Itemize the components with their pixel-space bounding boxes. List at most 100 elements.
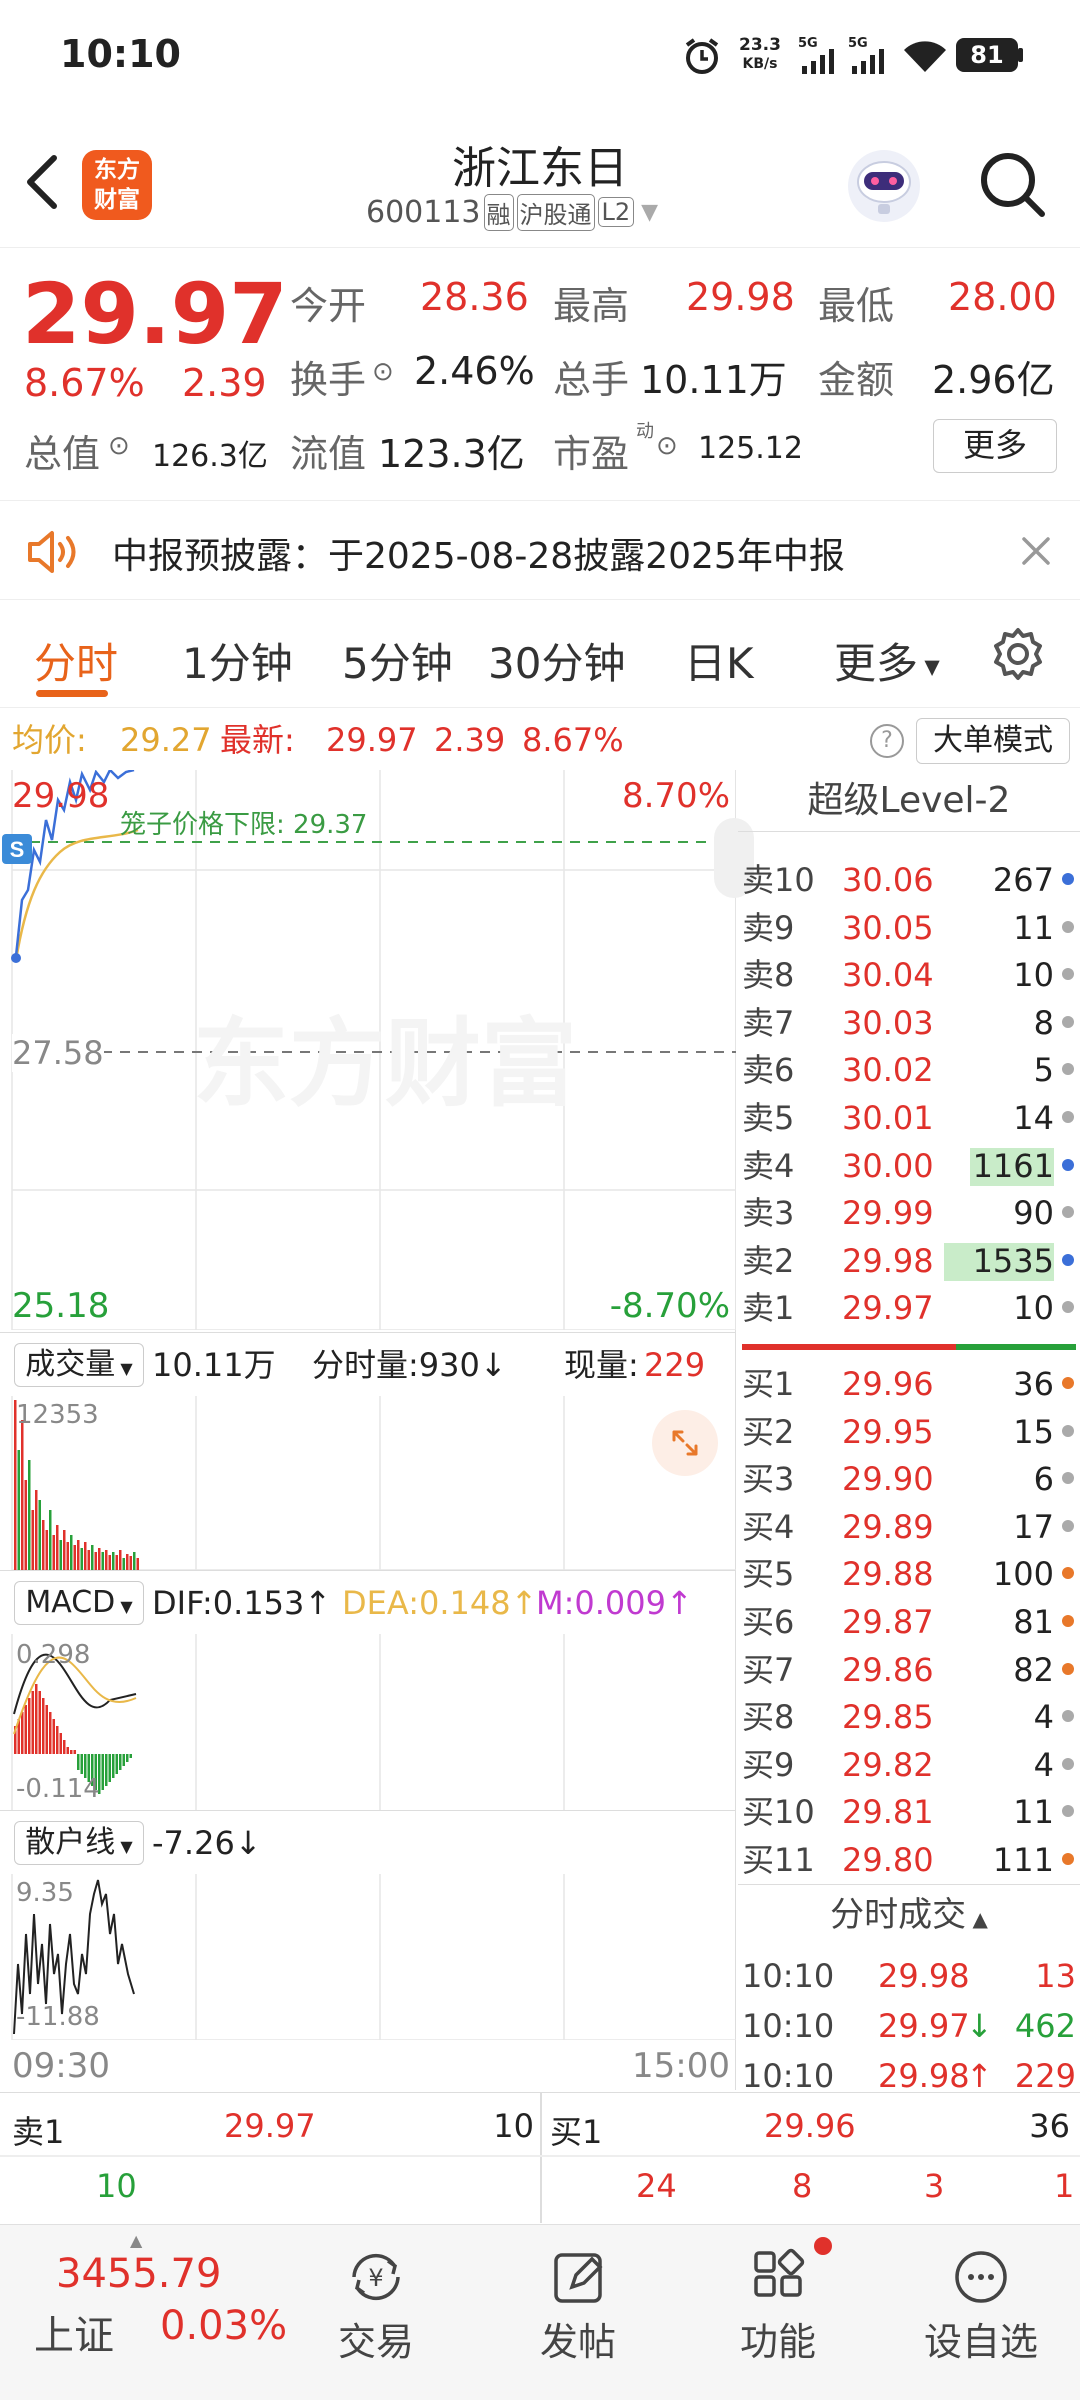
pe-sup: 动	[636, 421, 654, 442]
order-dot-icon	[1062, 920, 1074, 933]
tab-daily-k[interactable]: 日K	[684, 630, 754, 691]
sell-row[interactable]: 卖3 29.99 90	[738, 1189, 1080, 1237]
level2-title[interactable]: 超级Level-2	[738, 770, 1080, 832]
status-bar: 10:10 23.3 KB/s 5G 5G 81	[0, 0, 1080, 120]
sell-row[interactable]: 卖5 30.01 14	[738, 1094, 1080, 1142]
macd-bar	[59, 1733, 62, 1754]
sell-row[interactable]: 卖10 30.06 267	[738, 856, 1080, 904]
volume-bar	[24, 1480, 27, 1570]
buy-row[interactable]: 买1 29.96 36	[738, 1360, 1080, 1408]
macd-indicator-select[interactable]: MACD ▼	[14, 1581, 144, 1625]
buy-row[interactable]: 买6 29.87 81	[738, 1598, 1080, 1646]
nav-add-watchlist[interactable]: 设自选	[906, 2235, 1056, 2395]
sell-label: 卖3	[742, 1194, 795, 1233]
buy-label: 买3	[742, 1460, 795, 1499]
macd-bar	[21, 1712, 24, 1754]
macd-bar	[122, 1754, 125, 1766]
speaker-icon	[26, 529, 82, 575]
expand-icon[interactable]	[652, 1410, 718, 1476]
sell-row[interactable]: 卖2 29.98 1535	[738, 1237, 1080, 1285]
buy-row[interactable]: 买10 29.81 11	[738, 1788, 1080, 1836]
volume-bar	[119, 1550, 122, 1570]
buy-price: 29.90	[842, 1460, 934, 1499]
tick-row: 10:10 29.97 ↓ 462	[738, 2002, 1080, 2050]
macd-bar	[108, 1754, 111, 1782]
search-icon[interactable]	[976, 148, 1050, 222]
macd-dif: DIF:0.153↑	[152, 1584, 332, 1622]
buy-row[interactable]: 买11 29.80 111	[738, 1836, 1080, 1884]
index-ticker[interactable]: ▲ 3455.79 上证 0.03%	[0, 2225, 300, 2401]
sell-volume: 14	[1013, 1099, 1054, 1137]
buy-row[interactable]: 买5 29.88 100	[738, 1550, 1080, 1598]
tab-more[interactable]: 更多 ▼	[834, 630, 940, 691]
volume-header: 成交量 ▼ 10.11万 分时量:930↓ 现量: 229	[0, 1332, 736, 1396]
order-dot-icon	[1062, 968, 1074, 981]
info-icon[interactable]: ⊙	[372, 357, 394, 387]
volume-indicator-select[interactable]: 成交量 ▼	[14, 1343, 144, 1387]
volume-bar	[28, 1460, 31, 1570]
sell-row[interactable]: 卖9 30.05 11	[738, 904, 1080, 952]
nav-post[interactable]: 发帖	[518, 2235, 638, 2395]
macd-bar	[112, 1754, 115, 1778]
volume-chart[interactable]	[0, 1396, 736, 1570]
dropdown-icon[interactable]: ▼	[641, 200, 658, 225]
sell-label: 卖8	[742, 956, 795, 995]
signal-icon-2: 5G	[848, 36, 892, 76]
more-button[interactable]: 更多	[933, 419, 1057, 473]
macd-bottom-label: -0.114	[16, 1774, 100, 1804]
retail-label: 散户线	[25, 1825, 116, 1860]
buy-row[interactable]: 买2 29.95 15	[738, 1408, 1080, 1456]
notice-bar[interactable]: 中报预披露：于2025-08-28披露2025年中报	[0, 500, 1080, 600]
sell-row[interactable]: 卖1 29.97 10	[738, 1284, 1080, 1332]
buy-row[interactable]: 买3 29.90 6	[738, 1455, 1080, 1503]
order-dot-icon	[1062, 1757, 1074, 1770]
info-icon[interactable]: ⊙	[656, 431, 678, 461]
low-label: 最低	[818, 284, 895, 328]
battery-level: 81	[970, 41, 1004, 69]
volume-bar	[136, 1558, 139, 1570]
sell-row[interactable]: 卖8 30.04 10	[738, 951, 1080, 999]
sell-row[interactable]: 卖4 30.00 1161	[738, 1142, 1080, 1190]
volume-value: 10.11万	[640, 358, 787, 402]
info-icon[interactable]: ⊙	[108, 431, 130, 461]
nav-features[interactable]: 功能	[718, 2235, 838, 2395]
buy-row[interactable]: 买8 29.85 4	[738, 1693, 1080, 1741]
buy-row[interactable]: 买9 29.82 4	[738, 1741, 1080, 1789]
info-bar: 均价: 29.27 最新: 29.97 2.39 8.67% ? 大单模式	[0, 712, 1080, 768]
gear-icon[interactable]	[990, 626, 1046, 682]
volume-bar	[66, 1542, 69, 1570]
retail-header: 散户线 ▼ -7.26↓	[0, 1810, 736, 1874]
volume-bar	[77, 1540, 80, 1570]
level2-panel: 超级Level-2 卖10 30.06 267 卖9 30.05 11 卖8 30.04 10 卖…	[738, 770, 1080, 2095]
retail-chart[interactable]	[0, 1874, 736, 2040]
sell-side-bar	[742, 1344, 956, 1350]
macd-label: MACD	[25, 1585, 116, 1620]
tick-row: 10:10 29.98 13	[738, 1952, 1080, 2000]
robot-assistant-icon[interactable]	[842, 142, 926, 226]
tab-5min[interactable]: 5分钟	[342, 630, 453, 691]
macd-bar	[119, 1754, 122, 1770]
ticks-title[interactable]: 分时成交 ▲	[738, 1884, 1080, 1944]
avg-label: 均价:	[12, 721, 87, 759]
close-icon[interactable]	[1018, 533, 1054, 569]
tab-1min[interactable]: 1分钟	[182, 630, 293, 691]
back-icon[interactable]	[18, 152, 68, 212]
tick-volume: 分时量:930↓	[312, 1346, 507, 1384]
tab-30min[interactable]: 30分钟	[488, 630, 625, 691]
tab-intraday[interactable]: 分时	[34, 630, 118, 691]
change-percent: 8.67%	[24, 361, 145, 405]
order-dot-icon	[1062, 1567, 1074, 1580]
big-order-mode-button[interactable]: 大单模式	[916, 718, 1070, 764]
macd-chart[interactable]	[0, 1634, 736, 1810]
order-dot-icon	[1062, 1519, 1074, 1532]
nav-trade[interactable]: ¥ 交易	[316, 2235, 436, 2395]
sell-row[interactable]: 卖6 30.02 5	[738, 1046, 1080, 1094]
macd-bar	[56, 1726, 59, 1754]
buy-row[interactable]: 买7 29.86 82	[738, 1646, 1080, 1694]
sell-row[interactable]: 卖7 30.03 8	[738, 999, 1080, 1047]
buy-row[interactable]: 买4 29.89 17	[738, 1503, 1080, 1551]
order-dot-icon	[1062, 1301, 1074, 1314]
volume-bar	[129, 1556, 132, 1570]
retail-indicator-select[interactable]: 散户线 ▼	[14, 1821, 144, 1865]
help-icon[interactable]: ?	[870, 724, 904, 758]
